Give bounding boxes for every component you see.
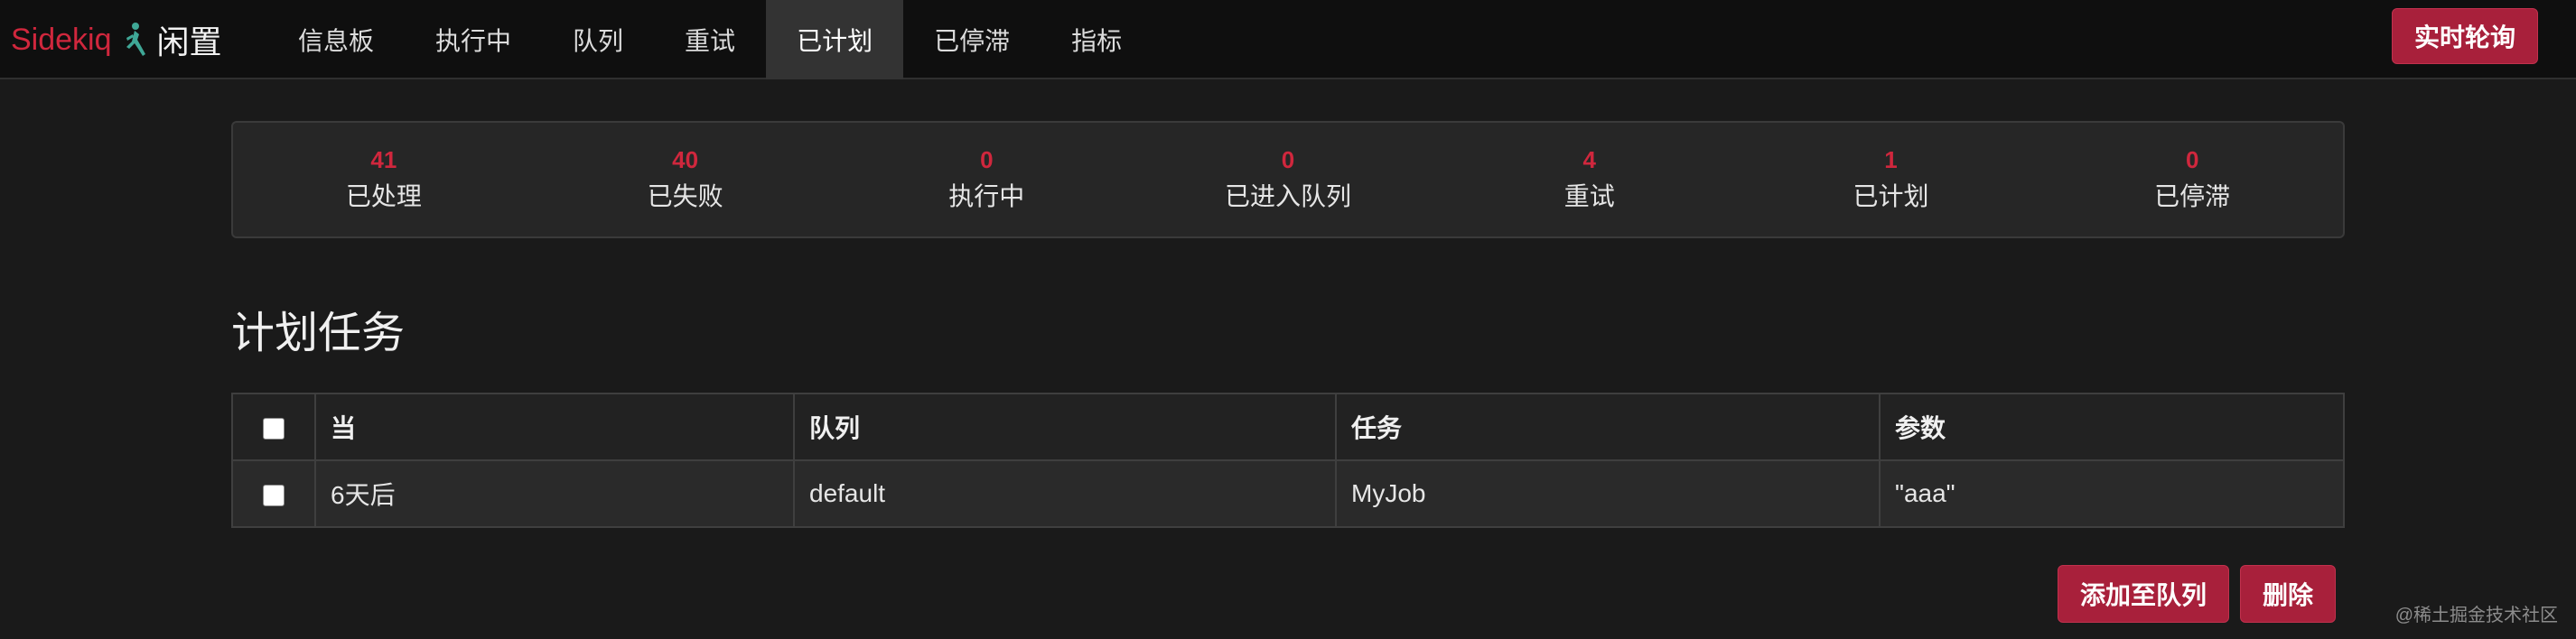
- stat-retries[interactable]: 4 重试: [1439, 123, 1741, 236]
- cell-when[interactable]: 6天后: [314, 459, 795, 528]
- nav-tabs: 信息板 执行中 队列 重试 已计划 已停滞 指标: [267, 0, 1153, 79]
- sidekiq-logo-icon: [126, 23, 145, 56]
- stat-label: 重试: [1563, 182, 1615, 210]
- header-queue: 队列: [793, 393, 1337, 461]
- stat-count: 0: [980, 146, 994, 173]
- scheduled-jobs-table: 当 队列 任务 参数 6天后 default MyJob "aaa": [231, 393, 2345, 528]
- stat-dead[interactable]: 0 已停滞: [2041, 123, 2343, 236]
- stat-label: 已失败: [647, 182, 723, 210]
- nav-item-busy[interactable]: 执行中: [405, 0, 542, 79]
- table-header-row: 当 队列 任务 参数: [231, 393, 2345, 461]
- stat-enqueued[interactable]: 0 已进入队列: [1137, 123, 1439, 236]
- header-select-all: [231, 393, 316, 461]
- nav-item-scheduled[interactable]: 已计划: [766, 0, 904, 79]
- stat-count: 1: [1884, 146, 1898, 173]
- row-select: [231, 459, 316, 528]
- brand-name[interactable]: Sidekiq: [11, 23, 112, 58]
- stat-failed[interactable]: 40 已失败: [535, 123, 836, 236]
- cell-job: MyJob: [1335, 459, 1881, 528]
- nav-item-retries[interactable]: 重试: [654, 0, 766, 79]
- stat-scheduled[interactable]: 1 已计划: [1741, 123, 2042, 236]
- nav-item-queues[interactable]: 队列: [542, 0, 654, 79]
- header-arguments: 参数: [1879, 393, 2345, 461]
- add-to-queue-button[interactable]: 添加至队列: [2057, 565, 2229, 623]
- header-job: 任务: [1335, 393, 1881, 461]
- header-when: 当: [314, 393, 795, 461]
- stat-count: 40: [672, 146, 699, 173]
- watermark-text: @稀土掘金技术社区: [2394, 606, 2558, 625]
- summary-bar: 41 已处理 40 已失败 0 执行中 0 已进入队列 4 重试 1 已计划 0…: [231, 121, 2345, 238]
- nav-item-dead[interactable]: 已停滞: [903, 0, 1041, 79]
- stat-label: 已计划: [1853, 182, 1929, 210]
- status-label: 闲置: [156, 23, 222, 60]
- stat-count: 0: [2185, 146, 2199, 173]
- stat-busy[interactable]: 0 执行中: [835, 123, 1137, 236]
- nav-item-metrics[interactable]: 指标: [1041, 0, 1153, 79]
- navbar: Sidekiq 闲置 信息板 执行中 队列 重试 已计划 已停滞 指标 实时轮询: [0, 0, 2576, 79]
- brand[interactable]: Sidekiq 闲置: [11, 0, 222, 79]
- stat-processed[interactable]: 41 已处理: [233, 123, 535, 236]
- row-checkbox[interactable]: [263, 484, 285, 506]
- bulk-actions: 添加至队列 删除: [2057, 565, 2336, 623]
- select-all-checkbox[interactable]: [263, 417, 285, 440]
- stat-label: 已停滞: [2154, 182, 2231, 210]
- stat-count: 41: [370, 146, 397, 173]
- cell-queue[interactable]: default: [793, 459, 1337, 528]
- nav-item-dashboard[interactable]: 信息板: [267, 0, 405, 79]
- delete-button[interactable]: 删除: [2239, 565, 2336, 623]
- stat-count: 0: [1281, 146, 1295, 173]
- stat-count: 4: [1582, 146, 1596, 173]
- stat-label: 已进入队列: [1225, 182, 1352, 210]
- page-title: 计划任务: [231, 310, 406, 357]
- live-poll-button[interactable]: 实时轮询: [2391, 8, 2538, 64]
- cell-arguments: "aaa": [1879, 459, 2345, 528]
- stat-label: 执行中: [948, 182, 1025, 210]
- stat-label: 已处理: [345, 182, 422, 210]
- table-row: 6天后 default MyJob "aaa": [231, 459, 2345, 528]
